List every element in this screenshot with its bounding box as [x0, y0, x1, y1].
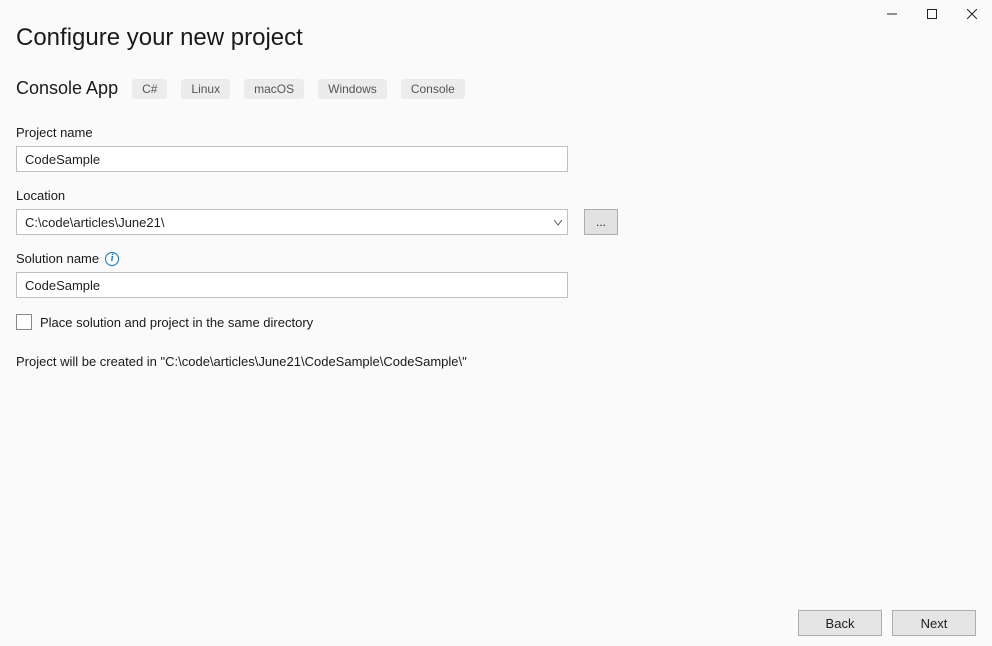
- maximize-button[interactable]: [912, 0, 952, 28]
- project-name-input[interactable]: [16, 146, 568, 172]
- tag-macos: macOS: [244, 79, 304, 99]
- template-row: Console App C# Linux macOS Windows Conso…: [16, 78, 976, 99]
- tag-windows: Windows: [318, 79, 387, 99]
- solution-name-group: Solution name i: [16, 251, 976, 298]
- window-controls: [872, 0, 992, 28]
- close-button[interactable]: [952, 0, 992, 28]
- solution-name-input[interactable]: [16, 272, 568, 298]
- template-name: Console App: [16, 78, 118, 99]
- project-name-group: Project name: [16, 125, 976, 172]
- next-button[interactable]: Next: [892, 610, 976, 636]
- location-input[interactable]: [16, 209, 568, 235]
- project-name-label: Project name: [16, 125, 976, 140]
- same-directory-checkbox[interactable]: [16, 314, 32, 330]
- same-directory-label: Place solution and project in the same d…: [40, 315, 313, 330]
- page-title: Configure your new project: [16, 24, 976, 52]
- solution-name-label: Solution name: [16, 251, 99, 266]
- back-button[interactable]: Back: [798, 610, 882, 636]
- footer: Back Next: [798, 610, 976, 636]
- path-preview: Project will be created in "C:\code\arti…: [16, 354, 976, 369]
- info-icon[interactable]: i: [105, 252, 119, 266]
- browse-button[interactable]: ...: [584, 209, 618, 235]
- tag-linux: Linux: [181, 79, 230, 99]
- location-label: Location: [16, 188, 976, 203]
- minimize-button[interactable]: [872, 0, 912, 28]
- same-directory-row: Place solution and project in the same d…: [16, 314, 976, 330]
- location-group: Location ...: [16, 188, 976, 235]
- tag-csharp: C#: [132, 79, 167, 99]
- tag-console: Console: [401, 79, 465, 99]
